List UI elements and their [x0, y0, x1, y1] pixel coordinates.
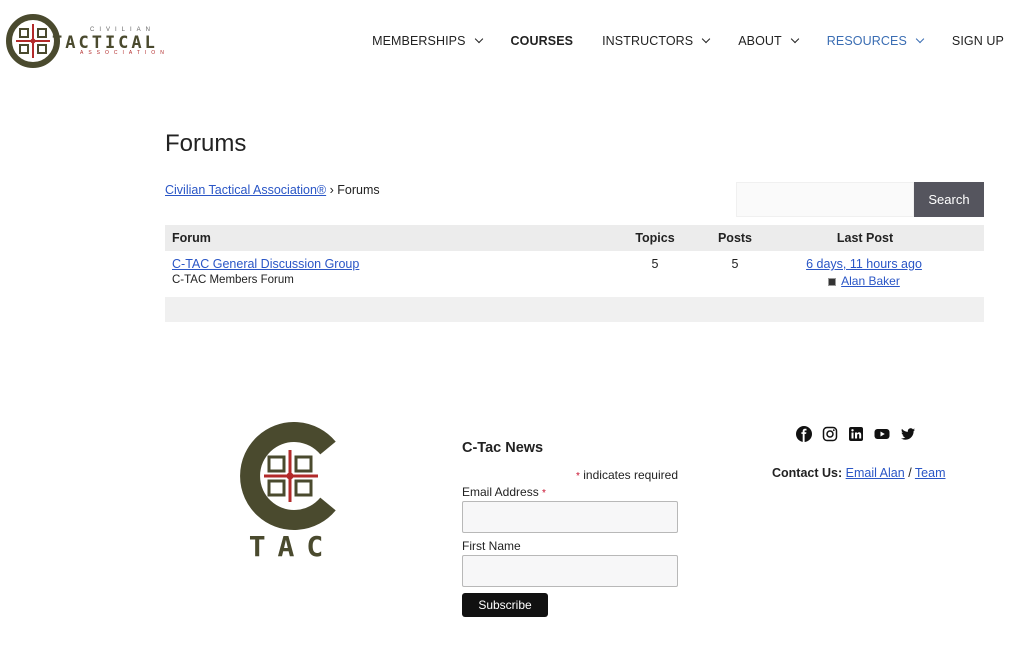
first-name-label: First Name: [462, 539, 521, 553]
page-title: Forums: [165, 130, 247, 157]
footer-logo: TAC: [236, 422, 348, 563]
social-links: [796, 426, 926, 442]
chevron-down-icon: [474, 34, 483, 44]
breadcrumb-home-link[interactable]: Civilian Tactical Association®: [165, 183, 326, 197]
forum-title-link[interactable]: C-TAC General Discussion Group: [172, 257, 359, 271]
nav-memberships-label: MEMBERSHIPS: [372, 34, 466, 48]
facebook-icon[interactable]: [796, 426, 812, 442]
site-header: CIVILIAN TACTICAL ASSOCIATION MEMBERSHIP…: [0, 0, 1024, 82]
header-forum: Forum: [172, 231, 211, 245]
forum-description: C-TAC Members Forum: [172, 274, 294, 286]
last-post-author-link[interactable]: Alan Baker: [841, 274, 900, 288]
table-header: Forum Topics Posts Last Post: [165, 225, 984, 251]
chevron-down-icon: [701, 34, 711, 44]
chevron-down-icon: [790, 34, 800, 44]
header-last-post: Last Post: [836, 231, 894, 245]
avatar: [828, 277, 837, 286]
chevron-down-icon: [915, 34, 925, 44]
logo-bottom-text: ASSOCIATION: [80, 50, 169, 56]
nav-courses-label: COURSES: [510, 34, 574, 48]
first-name-field[interactable]: [462, 555, 678, 587]
forum-search: Search: [736, 182, 984, 217]
site-logo[interactable]: CIVILIAN TACTICAL ASSOCIATION: [6, 12, 196, 70]
search-input[interactable]: [736, 182, 914, 217]
contact-label: Contact Us:: [772, 466, 843, 480]
nav-courses[interactable]: COURSES: [511, 34, 574, 48]
nav-instructors-label: INSTRUCTORS: [602, 34, 694, 48]
contact-team-link[interactable]: Team: [915, 466, 946, 480]
subscribe-button[interactable]: Subscribe: [462, 593, 548, 617]
last-post-author: Alan Baker: [774, 274, 954, 288]
search-button[interactable]: Search: [914, 182, 984, 217]
last-post-time-link[interactable]: 6 days, 11 hours ago: [774, 257, 954, 271]
email-field[interactable]: [462, 501, 678, 533]
table-footer: [165, 297, 984, 322]
newsletter-title: C-Tac News: [462, 440, 544, 456]
nav-about[interactable]: ABOUT: [738, 34, 800, 48]
nav-instructors[interactable]: INSTRUCTORS: [602, 34, 711, 48]
required-note: * indicates required: [462, 468, 678, 482]
breadcrumb: Civilian Tactical Association® › Forums: [165, 183, 380, 197]
contact-email-link[interactable]: Email Alan: [846, 466, 905, 480]
contact-separator: /: [908, 466, 912, 480]
breadcrumb-separator: ›: [329, 183, 334, 197]
contact-line: Contact Us: Email Alan / Team: [772, 466, 946, 480]
main-nav: MEMBERSHIPS COURSES INSTRUCTORS ABOUT RE…: [372, 34, 1004, 48]
nav-sign-up-label: SIGN UP: [951, 34, 1004, 48]
instagram-icon[interactable]: [822, 426, 838, 442]
youtube-icon[interactable]: [874, 426, 890, 442]
forum-table: Forum Topics Posts Last Post C-TAC Gener…: [165, 225, 984, 322]
email-label-text: Email Address: [462, 485, 539, 499]
twitter-icon[interactable]: [900, 426, 916, 442]
nav-memberships[interactable]: MEMBERSHIPS: [372, 34, 483, 48]
nav-resources-label: RESOURCES: [826, 34, 907, 48]
header-topics: Topics: [635, 231, 675, 245]
header-posts: Posts: [717, 231, 753, 245]
nav-about-label: ABOUT: [738, 34, 782, 48]
nav-resources[interactable]: RESOURCES: [826, 34, 925, 48]
footer-logo-text: TAC: [248, 530, 336, 563]
required-asterisk: *: [576, 471, 580, 482]
nav-sign-up[interactable]: SIGN UP: [952, 34, 1004, 48]
required-note-text: indicates required: [583, 468, 678, 482]
linkedin-icon[interactable]: [848, 426, 864, 442]
breadcrumb-current: Forums: [337, 183, 380, 197]
forum-posts-count: 5: [731, 257, 739, 271]
email-label: Email Address *: [462, 485, 546, 499]
table-row: C-TAC General Discussion Group C-TAC Mem…: [165, 251, 984, 297]
forum-topics-count: 5: [651, 257, 659, 271]
email-required-asterisk: *: [542, 488, 546, 499]
